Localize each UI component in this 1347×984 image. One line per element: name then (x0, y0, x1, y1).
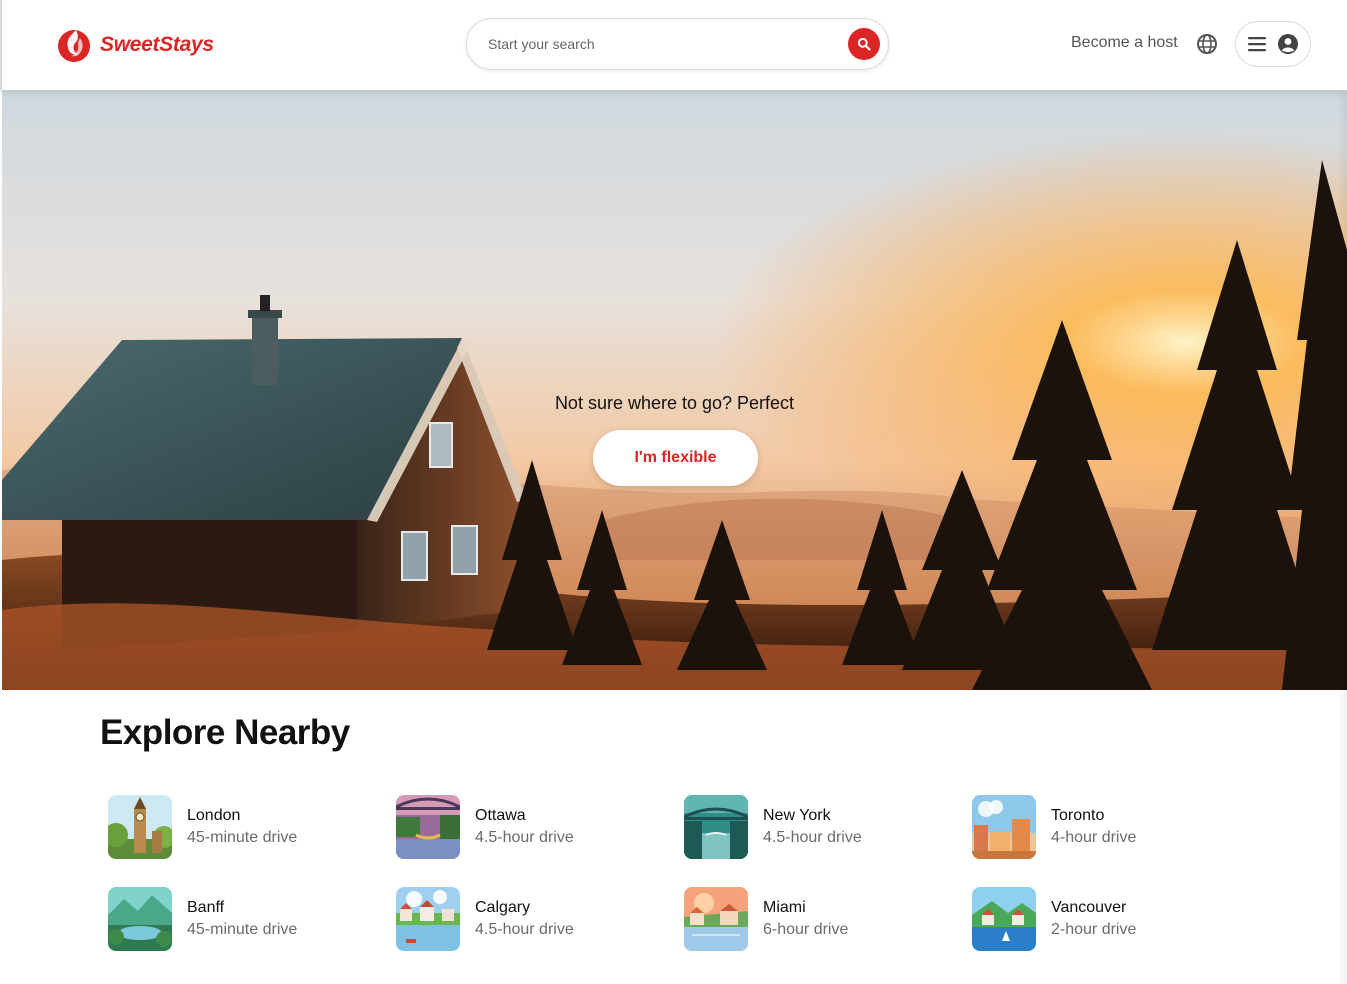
explore-card-toronto[interactable]: Toronto 4-hour drive (972, 794, 1232, 860)
become-host-link[interactable]: Become a host (1071, 34, 1178, 52)
explore-card-new-york[interactable]: New York 4.5-hour drive (684, 794, 944, 860)
brand-name: SweetStays (100, 33, 214, 56)
im-flexible-button[interactable]: I'm flexible (593, 430, 758, 486)
drive-distance: 2-hour drive (1051, 921, 1137, 938)
globe-icon[interactable] (1196, 33, 1218, 55)
explore-card-london[interactable]: London 45-minute drive (108, 794, 368, 860)
brand-logo[interactable]: SweetStays (56, 25, 214, 65)
city-name: Calgary (475, 899, 531, 916)
hero-tagline: Not sure where to go? Perfect (554, 393, 795, 413)
menu-icon (1248, 37, 1266, 52)
explore-card-miami[interactable]: Miami 6-hour drive (684, 886, 944, 952)
hero-banner: Not sure where to go? Perfect I'm flexib… (2, 90, 1347, 690)
city-name: Miami (763, 899, 806, 916)
calgary-thumbnail (396, 887, 460, 951)
search-input[interactable] (488, 36, 828, 52)
city-name: London (187, 807, 241, 824)
banff-thumbnail (108, 887, 172, 951)
search-bar[interactable] (466, 18, 889, 70)
drive-distance: 45-minute drive (187, 829, 298, 846)
hero-cabin-sunset-image (2, 90, 1347, 690)
user-menu-button[interactable] (1235, 21, 1311, 67)
explore-nearby-heading: Explore Nearby (100, 713, 350, 752)
city-name: Toronto (1051, 807, 1105, 824)
drive-distance: 4.5-hour drive (475, 921, 574, 938)
city-name: Ottawa (475, 807, 526, 824)
user-avatar-icon (1278, 34, 1298, 54)
new-york-thumbnail (684, 795, 748, 859)
city-name: Banff (187, 899, 225, 916)
explore-card-vancouver[interactable]: Vancouver 2-hour drive (972, 886, 1232, 952)
explore-card-banff[interactable]: Banff 45-minute drive (108, 886, 368, 952)
drive-distance: 45-minute drive (187, 921, 298, 938)
drive-distance: 6-hour drive (763, 921, 849, 938)
explore-card-calgary[interactable]: Calgary 4.5-hour drive (396, 886, 656, 952)
drive-distance: 4.5-hour drive (475, 829, 574, 846)
city-name: Vancouver (1051, 899, 1127, 916)
page-edge-shadow (1337, 90, 1347, 984)
toronto-thumbnail (972, 795, 1036, 859)
city-name: New York (763, 807, 831, 824)
search-button[interactable] (848, 28, 880, 60)
drive-distance: 4.5-hour drive (763, 829, 862, 846)
top-nav-bar: SweetStays Become a host (0, 0, 1347, 90)
london-thumbnail (108, 795, 172, 859)
logo-flame-icon (58, 30, 90, 62)
ottawa-thumbnail (396, 795, 460, 859)
explore-card-ottawa[interactable]: Ottawa 4.5-hour drive (396, 794, 656, 860)
miami-thumbnail (684, 887, 748, 951)
search-icon (857, 37, 871, 51)
vancouver-thumbnail (972, 887, 1036, 951)
drive-distance: 4-hour drive (1051, 829, 1137, 846)
